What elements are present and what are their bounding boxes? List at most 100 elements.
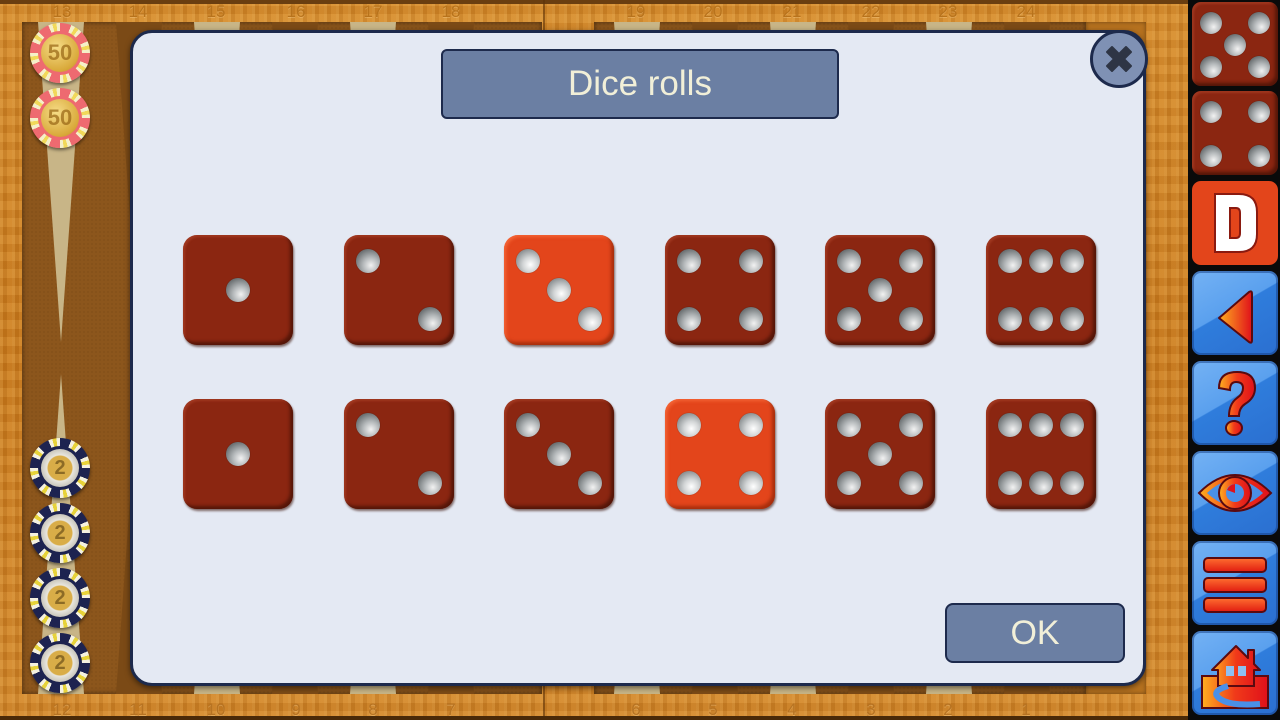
die-pip [898, 413, 923, 438]
die-pip [516, 413, 541, 438]
checker-navy[interactable]: 2 [30, 503, 90, 563]
die-pip [837, 249, 862, 274]
die-option-2-2[interactable] [344, 399, 454, 509]
die-pip [998, 413, 1023, 438]
die-pip [1199, 100, 1222, 123]
checker-navy[interactable]: 2 [30, 438, 90, 498]
die-option-2-1[interactable] [183, 399, 293, 509]
die-pip [226, 278, 250, 302]
eye-icon [1197, 474, 1273, 512]
die-pip [356, 413, 381, 438]
coin-face-icon: 2 [41, 644, 79, 682]
die-pip [738, 470, 763, 495]
checker-red[interactable]: 50 [30, 88, 90, 148]
die-pip [898, 306, 923, 331]
die-pip [677, 306, 702, 331]
doubling-cube-icon [1214, 193, 1258, 253]
die-pip [417, 470, 442, 495]
die-option-2-4[interactable] [665, 399, 775, 509]
die-pip [738, 249, 763, 274]
die-pip [677, 249, 702, 274]
die-pip [1248, 100, 1271, 123]
die-pip [738, 413, 763, 438]
die-option-2-3[interactable] [504, 399, 614, 509]
menu-button[interactable] [1192, 541, 1278, 625]
dialog-title: Dice rolls [441, 49, 839, 119]
sidebar-toolbar [1188, 0, 1280, 720]
die-pip [1029, 249, 1053, 274]
help-button[interactable] [1192, 361, 1278, 445]
die-pip [547, 442, 571, 466]
die-pip [1199, 11, 1222, 34]
point-number-22: 22 [861, 2, 881, 21]
die-pip [1224, 34, 1246, 56]
die-option-2-5[interactable] [825, 399, 935, 509]
die-pip [837, 470, 862, 495]
hint-button[interactable] [1192, 451, 1278, 535]
die-pip [998, 306, 1023, 331]
die-pip [226, 442, 250, 466]
point-number-17: 17 [363, 2, 383, 21]
die-pip [738, 306, 763, 331]
die-pip [868, 278, 892, 302]
board-edge-bottom [0, 716, 1188, 720]
die-pip [1059, 413, 1084, 438]
die-option-1-4[interactable] [665, 235, 775, 345]
die-pip [898, 470, 923, 495]
die-pip [1248, 11, 1271, 34]
point-number-13: 13 [52, 2, 72, 21]
close-x-icon [1106, 46, 1132, 72]
coin-face-icon: 2 [41, 579, 79, 617]
coin-face-icon: 2 [41, 449, 79, 487]
point-number-23: 23 [938, 2, 958, 21]
point-number-21: 21 [782, 2, 802, 21]
die-pip [677, 413, 702, 438]
die-pip [837, 306, 862, 331]
board-edge-top [0, 0, 1188, 4]
die-pip [1199, 145, 1222, 168]
point-number-15: 15 [206, 2, 226, 21]
die-option-1-5[interactable] [825, 235, 935, 345]
sidebar-die-1[interactable] [1192, 2, 1278, 86]
die-pip [1059, 249, 1084, 274]
back-arrow-icon [1218, 290, 1253, 344]
die-pip [1248, 145, 1271, 168]
point-number-20: 20 [703, 2, 723, 21]
die-option-2-6[interactable] [986, 399, 1096, 509]
die-option-1-6[interactable] [986, 235, 1096, 345]
die-pip [1199, 56, 1222, 79]
die-pip [577, 470, 602, 495]
die-pip [1029, 306, 1053, 331]
die-pip [898, 249, 923, 274]
undo-button[interactable] [1192, 271, 1278, 355]
die-pip [868, 442, 892, 466]
die-option-1-2[interactable] [344, 235, 454, 345]
die-pip [417, 306, 442, 331]
die-pip [1029, 470, 1053, 495]
die-pip [837, 413, 862, 438]
die-pip [1248, 56, 1271, 79]
die-option-1-1[interactable] [183, 235, 293, 345]
ok-button[interactable]: OK [945, 603, 1125, 663]
die-pip [998, 470, 1023, 495]
checker-navy[interactable]: 2 [30, 568, 90, 628]
point-number-16: 16 [286, 2, 306, 21]
die-option-1-3[interactable] [504, 235, 614, 345]
point-number-14: 14 [128, 2, 148, 21]
home-icon [1201, 645, 1269, 709]
die-pip [356, 249, 381, 274]
checker-navy[interactable]: 2 [30, 633, 90, 693]
checker-red[interactable]: 50 [30, 23, 90, 83]
question-mark-icon [1217, 370, 1257, 436]
die-pip [1059, 470, 1084, 495]
home-button[interactable] [1192, 631, 1278, 715]
dice-rolls-dialog: Dice rolls OK [130, 30, 1148, 686]
die-pip [1029, 413, 1053, 438]
point-number-19: 19 [626, 2, 646, 21]
die-pip [577, 306, 602, 331]
coin-face-icon: 50 [41, 99, 79, 137]
sidebar-die-2[interactable] [1192, 91, 1278, 175]
close-button[interactable] [1090, 30, 1148, 88]
double-button[interactable] [1192, 181, 1278, 265]
hamburger-menu-icon [1203, 557, 1267, 613]
